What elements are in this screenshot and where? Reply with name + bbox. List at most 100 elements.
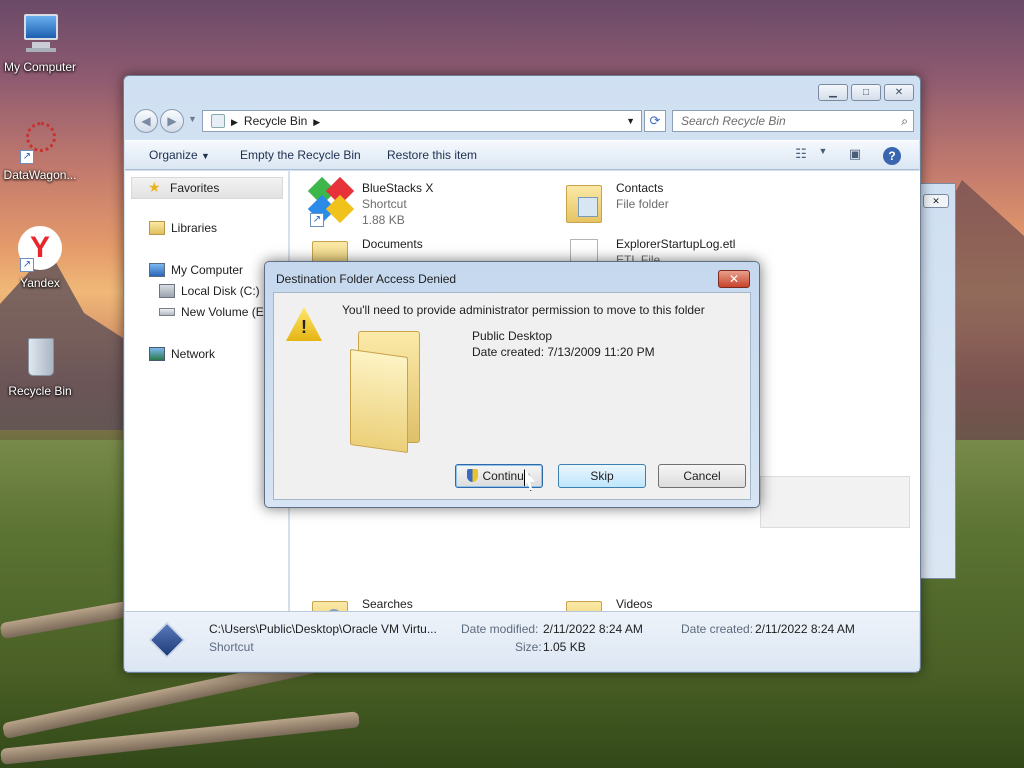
address-dropdown-icon[interactable]: ▼ [626,111,635,131]
details-modified-label: Date modified: [461,622,539,636]
refresh-button[interactable]: ⟳ [644,110,666,132]
preview-pane-icon[interactable]: ▣ [845,146,865,164]
shortcut-arrow-icon: ↗ [20,150,34,164]
nav-item-new-volume[interactable]: New Volume (E: [159,305,268,319]
file-name: Searches [362,597,413,611]
bluestacks-icon: ↗ [307,176,355,227]
chevron-down-icon[interactable]: ▼ [813,146,833,164]
nav-item-favorites[interactable]: ★ Favorites [131,177,283,199]
file-name: Videos [616,597,653,611]
command-bar: Organize ▼ Empty the Recycle Bin Restore… [125,140,919,170]
chevron-right-icon[interactable]: ▶ [231,117,238,127]
maximize-button[interactable]: □ [851,84,881,101]
uac-shield-icon [467,469,479,482]
nav-item-libraries[interactable]: Libraries [149,221,218,235]
network-icon [149,347,165,361]
desktop-icon-recycle-bin[interactable]: Recycle Bin [0,334,80,398]
chevron-down-icon: ▼ [201,151,210,161]
dialog-close-button[interactable]: ✕ [718,270,750,288]
file-type: File folder [616,197,669,211]
continue-label: Continue [482,469,531,483]
shortcut-arrow-icon: ↗ [310,213,324,227]
details-pane: C:\Users\Public\Desktop\Oracle VM Virtu.… [125,611,919,671]
file-name: ExplorerStartupLog.etl [616,237,736,251]
nav-label: New Volume (E: [181,305,268,319]
details-modified-value: 2/11/2022 8:24 AM [543,622,643,636]
dialog-item-date: Date created: 7/13/2009 11:20 PM [472,345,655,359]
desktop-icon-my-computer[interactable]: My Computer [0,10,80,74]
nav-label: My Computer [171,263,244,277]
dialog-body: ! You'll need to provide administrator p… [273,292,751,500]
back-button[interactable]: ◀ [134,109,158,133]
details-created-value: 2/11/2022 8:24 AM [755,622,855,636]
file-item-contacts[interactable]: Contacts File folder [562,179,812,231]
close-icon[interactable]: ✕ [923,194,949,208]
window-controls: ▁ □ ✕ [818,84,914,101]
organize-button[interactable]: Organize ▼ [149,148,210,162]
restore-item-button[interactable]: Restore this item [387,148,477,162]
details-size-label: Size: [515,640,542,654]
computer-icon [16,10,64,58]
folder-icon [350,331,426,454]
file-size: 1.88 KB [362,213,405,227]
nav-label: Local Disk (C:) [181,284,260,298]
details-created-label: Date created: [681,622,754,636]
warning-exclamation: ! [301,317,307,337]
address-bar[interactable]: ▶ Recycle Bin ▶ ▼ [202,110,642,132]
details-kind: Shortcut [209,640,254,654]
nav-item-network[interactable]: Network [149,347,216,361]
dialog-item-name: Public Desktop [472,329,553,343]
recent-pages-icon[interactable]: ▼ [188,114,197,124]
details-path: C:\Users\Public\Desktop\Oracle VM Virtu.… [209,622,437,636]
drive-icon [159,308,175,316]
recycle-bin-icon [16,334,64,382]
nav-label: Favorites [170,181,220,195]
contacts-folder-icon [562,179,608,227]
drive-icon [159,284,175,298]
nav-label: Libraries [171,221,218,235]
search-input[interactable]: Search Recycle Bin ⌕ [672,110,914,132]
virtualbox-icon [147,620,187,664]
nav-item-local-disk[interactable]: Local Disk (C:) [159,284,260,298]
navigation-row: ◀ ▶ ▼ ▶ Recycle Bin ▶ ▼ ⟳ Search Recycle B… [132,108,914,134]
file-name: Contacts [616,181,664,195]
shortcut-arrow-icon: ↗ [20,258,34,272]
libraries-icon [149,221,165,235]
desktop-icon-yandex[interactable]: Y ↗ Yandex [0,226,80,290]
yandex-icon: Y ↗ [16,226,64,274]
dialog-message: You'll need to provide administrator per… [342,303,705,317]
chevron-right-icon[interactable]: ▶ [313,117,320,127]
datawagon-icon: ↗ [16,118,64,166]
cancel-button[interactable]: Cancel [658,464,746,488]
view-options-icon[interactable]: ☷ [791,146,811,164]
file-type: Shortcut [362,197,407,211]
file-item-bluestacks[interactable]: ↗ BlueStacks X Shortcut 1.88 KB [307,176,558,231]
computer-icon [149,263,165,277]
nav-item-my-computer[interactable]: My Computer [149,263,244,277]
minimize-button[interactable]: ▁ [818,84,848,101]
desktop-icon-label: DataWagon... [3,168,77,182]
dialog-title: Destination Folder Access Denied [276,272,457,286]
file-name: BlueStacks X [362,181,434,195]
background-window[interactable]: ✕ [918,183,956,579]
search-icon[interactable]: ⌕ [901,111,908,131]
file-name: Documents [362,237,423,251]
close-button[interactable]: ✕ [884,84,914,101]
access-denied-dialog: Destination Folder Access Denied ✕ ! You… [264,261,760,508]
desktop-icon-datawagon[interactable]: ↗ DataWagon... [0,118,80,182]
search-placeholder: Search Recycle Bin [681,114,786,128]
selected-item-highlight[interactable] [760,476,910,528]
desktop-icon-label: Recycle Bin [8,384,72,398]
desktop-icon-label: Yandex [20,276,60,290]
nav-label: Network [171,347,216,361]
organize-label: Organize [149,148,198,162]
desktop-icon-label: My Computer [3,60,77,74]
help-icon[interactable]: ? [883,147,901,165]
skip-button[interactable]: Skip [558,464,646,488]
empty-recycle-bin-button[interactable]: Empty the Recycle Bin [240,148,361,162]
details-size-value: 1.05 KB [543,640,586,654]
forward-button[interactable]: ▶ [160,109,184,133]
recycle-bin-small-icon [211,114,225,128]
star-icon: ★ [148,179,161,195]
breadcrumb[interactable]: Recycle Bin [244,114,307,128]
